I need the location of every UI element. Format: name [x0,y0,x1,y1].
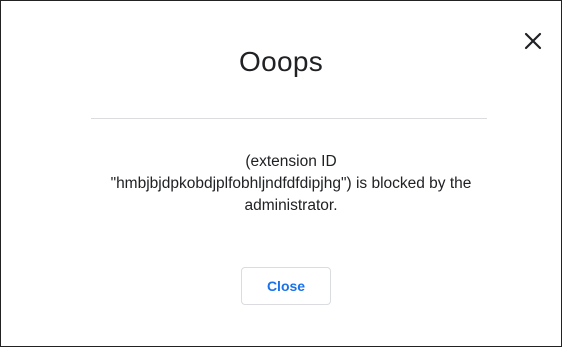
title-divider [91,118,487,119]
dialog-message: (extension ID "hmbjbjdpkobdjplfobhljndfd… [61,151,521,217]
message-line: "hmbjbjdpkobdjplfobhljndfdfdipjhg") is b… [110,175,472,192]
close-button[interactable]: Close [241,267,331,305]
message-line: (extension ID [245,153,337,170]
message-line: administrator. [244,197,338,214]
blocked-extension-dialog: Ooops (extension ID "hmbjbjdpkobdjplfobh… [0,0,562,347]
dialog-title: Ooops [239,46,323,77]
